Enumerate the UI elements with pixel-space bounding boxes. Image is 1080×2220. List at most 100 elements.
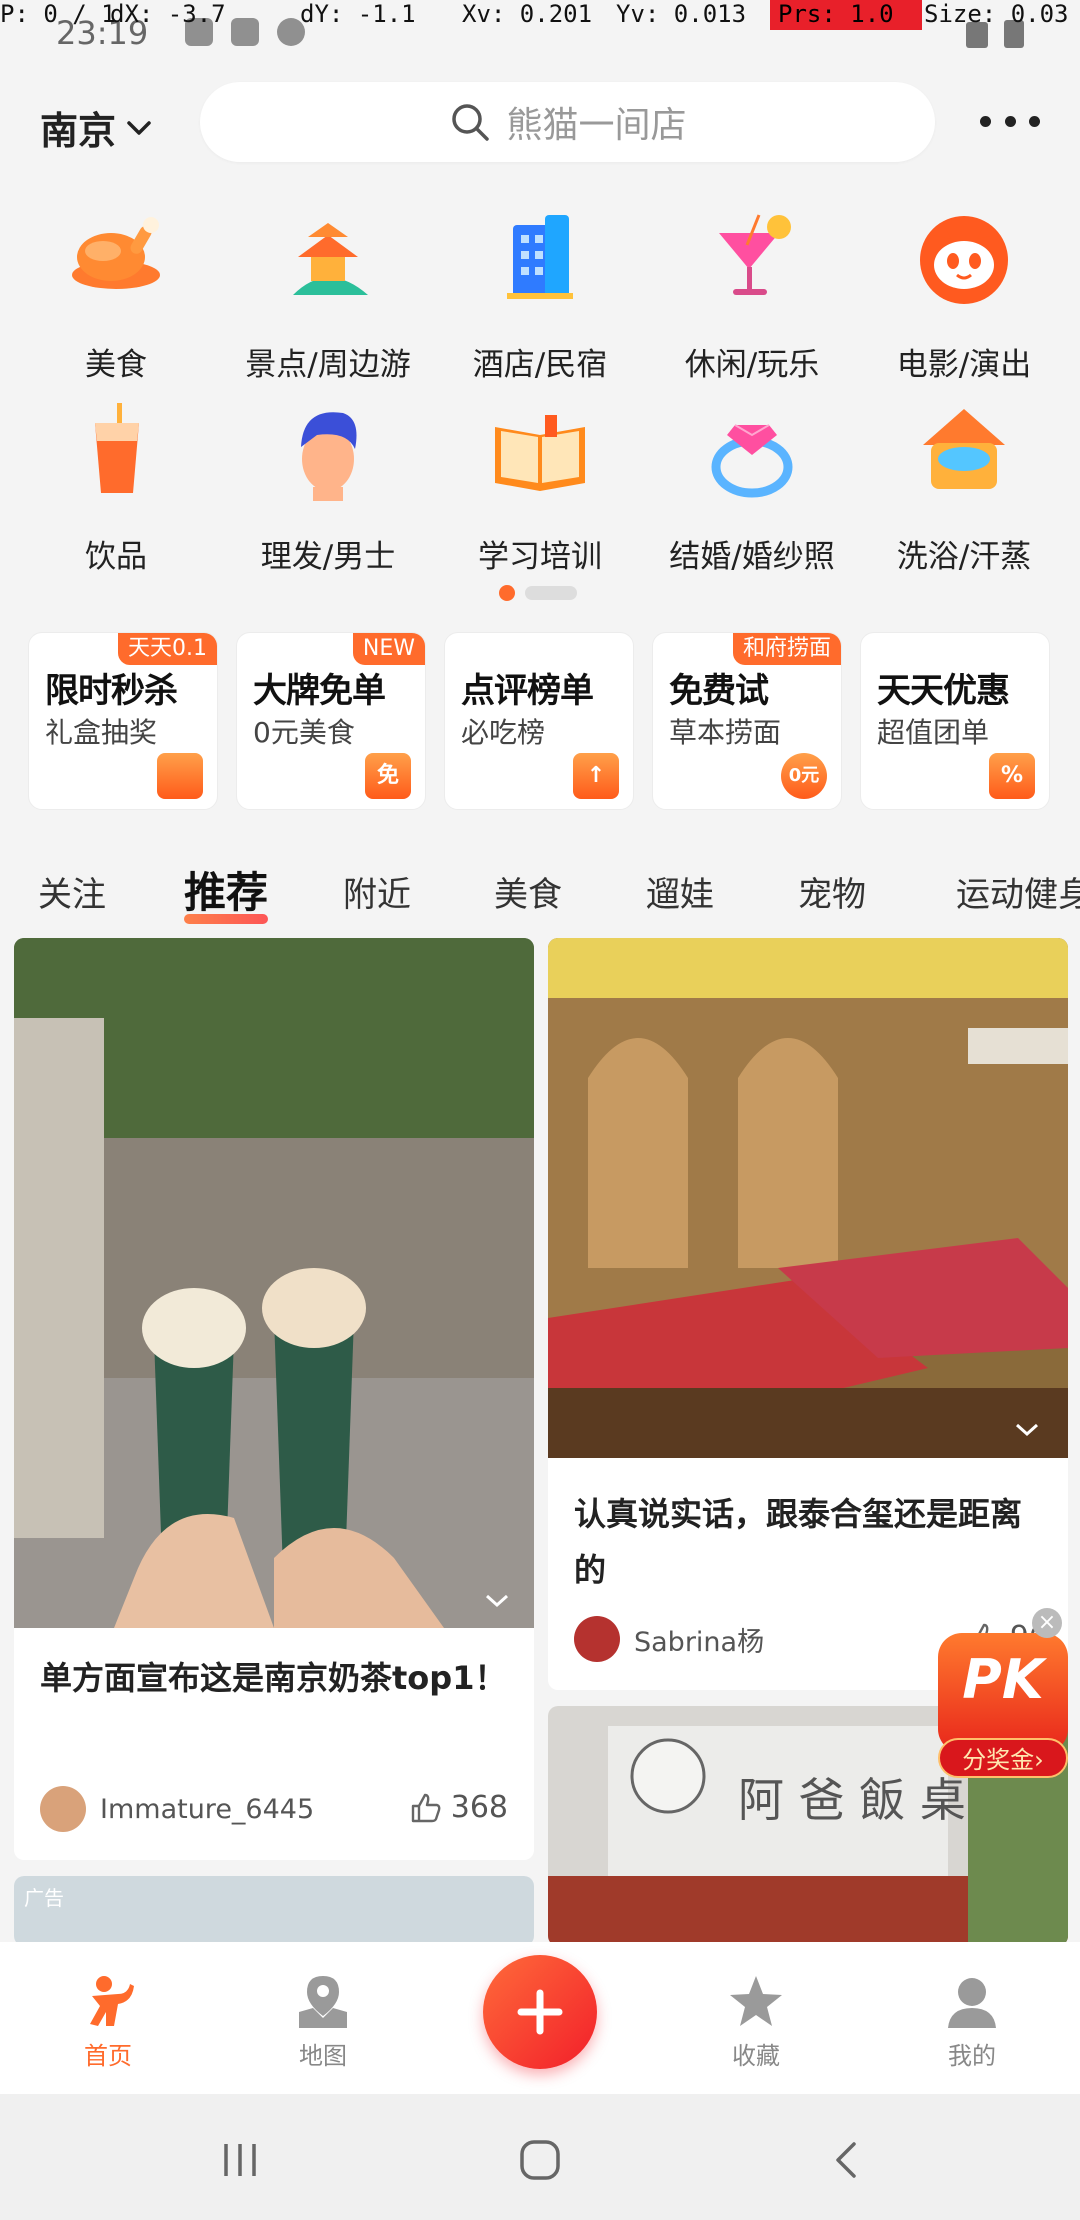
tab-recommend[interactable]: 推荐 [184, 859, 269, 924]
feed-card-title: 认真说实话，跟泰合玺还是距离的 [574, 1495, 1023, 1589]
discount-icon: % [989, 753, 1035, 799]
debug-yv: Yv: 0.013 [616, 0, 747, 28]
promo-card-flash-sale[interactable]: 天天0.1 限时秒杀 礼盒抽奖 [28, 632, 218, 810]
promo-tag: NEW [352, 633, 425, 665]
feed-card-left[interactable]: 单方面宣布这是南京奶茶top1！ Immature_6445 368 [14, 938, 534, 1860]
category-drinks[interactable]: 饮品 [10, 387, 222, 576]
spa-room-photo [548, 938, 1068, 1458]
promo-tag: 和府捞面 [732, 633, 841, 665]
promo-card-free-trial[interactable]: 和府捞面 免费试 草本捞面 0元 [652, 632, 842, 810]
tab-kids[interactable]: 遛娃 [646, 867, 714, 916]
like-button[interactable]: 368 [409, 1790, 508, 1825]
promo-title: 大牌免单 [253, 671, 386, 711]
page-indicator [499, 585, 577, 601]
category-label: 美食 [85, 347, 147, 383]
promo-subtitle: 礼盒抽奖 [45, 716, 158, 749]
debug-dx: dX: -3.7 [110, 0, 226, 28]
promo-card-daily-deals[interactable]: 天天优惠 超值团单 % [860, 632, 1050, 810]
search-bar[interactable]: 熊猫一间店 [200, 82, 935, 162]
avatar [40, 1786, 86, 1832]
recent-apps-icon[interactable] [218, 2138, 262, 2182]
home-button-icon[interactable] [518, 2138, 562, 2182]
tab-pets[interactable]: 宠物 [798, 867, 866, 916]
search-placeholder: 熊猫一间店 [506, 105, 687, 146]
debug-dy: dY: -1.1 [300, 0, 416, 28]
barber-head-icon [301, 412, 357, 501]
pk-subtitle: 分奖金› [938, 1738, 1068, 1778]
promo-subtitle: 0元美食 [253, 716, 355, 749]
like-count: 368 [450, 1790, 508, 1825]
promo-row: 天天0.1 限时秒杀 礼盒抽奖 NEW 大牌免单 0元美食 免 点评榜单 必吃榜… [28, 632, 1052, 812]
category-hotel[interactable]: 酒店/民宿 [434, 195, 646, 384]
thumbs-up-icon [411, 1793, 441, 1822]
category-movie[interactable]: 电影/演出 [858, 195, 1070, 384]
tab-food[interactable]: 美食 [494, 867, 562, 916]
top-header: 南京 熊猫一间店 [0, 70, 1080, 180]
cat-face-icon [920, 216, 1008, 304]
drink-cup-icon [95, 403, 139, 493]
pk-title: PK [962, 1648, 1044, 1711]
category-label: 酒店/民宿 [472, 347, 608, 383]
category-learning[interactable]: 学习培训 [434, 387, 646, 576]
nav-mine[interactable]: 我的 [912, 1972, 1032, 2071]
nav-label: 地图 [299, 2042, 347, 2070]
avatar [574, 1616, 620, 1662]
chevron-down-icon[interactable] [1014, 1422, 1040, 1438]
nav-home[interactable]: 首页 [48, 1972, 168, 2071]
more-dot-icon [980, 115, 991, 127]
promo-title: 点评榜单 [461, 671, 594, 711]
promo-card-ranking[interactable]: 点评榜单 必吃榜 ↑ [444, 632, 634, 810]
category-wedding[interactable]: 结婚/婚纱照 [646, 387, 858, 576]
nav-label: 收藏 [732, 2042, 780, 2070]
red-envelope-icon [157, 753, 203, 799]
debug-size: Size: 0.03 [924, 0, 1069, 28]
diamond-ring-icon [711, 424, 793, 498]
category-label: 饮品 [85, 539, 147, 575]
pk-floating-badge[interactable]: PK 分奖金› × [938, 1608, 1068, 1778]
chevron-down-icon[interactable] [484, 1593, 510, 1609]
nav-map[interactable]: 地图 [263, 1972, 383, 2071]
feed-card-right[interactable]: 认真说实话，跟泰合玺还是距离的 Sabrina杨 96 [548, 938, 1068, 1690]
nav-favorites[interactable]: 收藏 [696, 1972, 816, 2071]
back-icon[interactable] [826, 2138, 870, 2182]
debug-pointer: P: 0 / 1 [0, 0, 116, 28]
feed-card-author[interactable]: Sabrina杨 [574, 1616, 764, 1662]
promo-subtitle: 草本捞面 [669, 716, 782, 749]
add-post-button[interactable] [483, 1955, 597, 2069]
close-icon[interactable]: × [1032, 1608, 1062, 1638]
category-attractions[interactable]: 景点/周边游 [222, 195, 434, 384]
debug-overlay: P: 0 / 1 dX: -3.7 dY: -1.1 Xv: 0.201 Yv:… [0, 0, 1080, 30]
category-label: 结婚/婚纱照 [669, 539, 835, 575]
ad-label: 广告 [24, 1886, 64, 1910]
ad-card[interactable]: 广告 [14, 1876, 534, 1946]
category-leisure[interactable]: 休闲/玩乐 [646, 195, 858, 384]
category-bath[interactable]: 洗浴/汗蒸 [858, 387, 1070, 576]
nav-label: 我的 [948, 2042, 996, 2070]
open-book-icon [495, 415, 585, 491]
nav-label: 首页 [84, 2042, 132, 2070]
category-label: 电影/演出 [896, 347, 1032, 383]
promo-subtitle: 超值团单 [877, 716, 990, 749]
feed-card-author[interactable]: Immature_6445 [40, 1786, 314, 1832]
tab-nearby[interactable]: 附近 [343, 867, 411, 916]
bath-icon [923, 409, 1005, 489]
promo-subtitle: 必吃榜 [461, 716, 546, 749]
author-name: Sabrina杨 [634, 1626, 765, 1658]
debug-xv: Xv: 0.201 [462, 0, 593, 28]
category-label: 理发/男士 [260, 539, 396, 575]
milk-tea-photo [14, 938, 534, 1628]
promo-card-free-order[interactable]: NEW 大牌免单 0元美食 免 [236, 632, 426, 810]
tab-follow[interactable]: 关注 [38, 867, 106, 916]
map-pin-icon [299, 1976, 347, 2028]
category-barber[interactable]: 理发/男士 [222, 387, 434, 576]
more-menu-button[interactable] [980, 106, 1040, 136]
category-label: 学习培训 [478, 539, 602, 575]
ad-image [14, 1876, 534, 1946]
city-selector[interactable]: 南京 [40, 100, 154, 155]
pavilion-icon [293, 223, 368, 295]
tab-sports[interactable]: 运动健身 [956, 867, 1080, 916]
cocktail-icon [719, 214, 791, 295]
author-name: Immature_6445 [100, 1793, 315, 1825]
city-name: 南京 [40, 109, 117, 153]
category-food[interactable]: 美食 [10, 195, 222, 384]
